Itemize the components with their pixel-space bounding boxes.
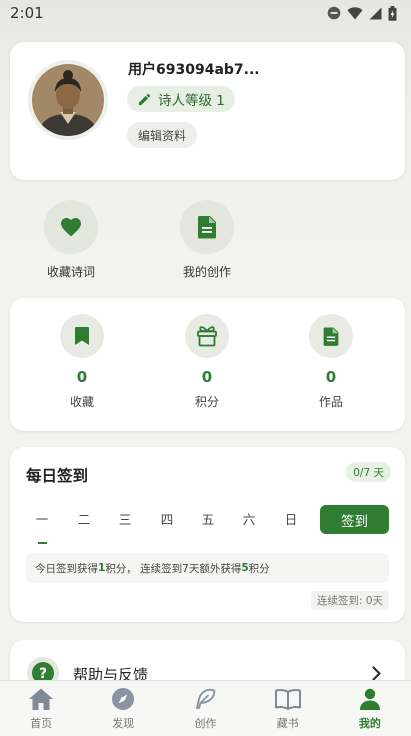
- weekday-sat: 六: [242, 512, 256, 527]
- checkin-info-text-3: 积分: [248, 562, 270, 575]
- compass-icon: [112, 688, 135, 710]
- stat-points-label: 积分: [194, 395, 219, 409]
- my-works-button[interactable]: 我的创作: [152, 200, 262, 280]
- checkin-info-text-2: 积分， 连续签到7天额外获得: [105, 562, 242, 575]
- chevron-right-icon: [372, 666, 381, 681]
- document-icon: [323, 327, 339, 346]
- stat-favorites-label: 收藏: [69, 395, 94, 409]
- status-time: 2:01: [10, 4, 44, 22]
- document-icon: [197, 216, 216, 239]
- today-indicator: [38, 542, 47, 544]
- pencil-icon: [138, 93, 151, 105]
- checkin-progress-badge: 0/7 天: [346, 462, 391, 482]
- edit-profile-button[interactable]: 编辑资料: [127, 122, 198, 148]
- stat-works-label: 作品: [318, 395, 343, 409]
- gift-icon: [197, 326, 217, 347]
- my-works-label: 我的创作: [182, 265, 231, 279]
- tab-discover-label: 发现: [112, 717, 135, 730]
- my-works-icon-wrap: [180, 200, 234, 254]
- stat-points-value: 0: [201, 368, 213, 386]
- checkin-info-points-daily: 1: [98, 562, 106, 574]
- checkin-info-points-bonus: 5: [241, 562, 249, 574]
- weekday-mon: 一: [35, 512, 49, 527]
- stat-favorites-icon-wrap: [60, 314, 104, 358]
- checkin-streak: 连续签到: 0天: [310, 591, 389, 610]
- dnd-icon: [327, 6, 341, 20]
- wifi-icon: [347, 6, 363, 19]
- favorite-poems-icon-wrap: [44, 200, 98, 254]
- tab-home[interactable]: 首页: [0, 681, 82, 736]
- checkin-title: 每日签到: [26, 467, 89, 485]
- signal-icon: [369, 7, 382, 19]
- avatar-image: [32, 64, 104, 136]
- battery-icon: [388, 5, 397, 21]
- tab-create[interactable]: 创作: [164, 681, 246, 736]
- favorite-poems-button[interactable]: 收藏诗词: [16, 200, 126, 280]
- stat-works-value: 0: [325, 368, 337, 386]
- weekday-wed: 三: [118, 512, 132, 527]
- weekday-thu: 四: [160, 512, 174, 527]
- tab-library[interactable]: 藏书: [247, 681, 329, 736]
- level-label: 诗人等级 1: [158, 93, 225, 109]
- tab-create-label: 创作: [194, 717, 217, 730]
- stat-works[interactable]: 0 作品: [271, 314, 391, 410]
- tab-mine-label: 我的: [358, 717, 381, 730]
- tab-library-label: 藏书: [276, 717, 299, 730]
- weekday-tue: 二: [77, 512, 91, 527]
- heart-icon: [61, 218, 81, 237]
- person-icon: [359, 688, 380, 710]
- checkin-info-text-1: 今日签到获得: [35, 562, 98, 575]
- favorite-poems-label: 收藏诗词: [46, 265, 95, 279]
- username: 用户693094ab7...: [128, 62, 260, 78]
- stat-favorites[interactable]: 0 收藏: [22, 314, 142, 410]
- stat-works-icon-wrap: [309, 314, 353, 358]
- daily-checkin-card: 每日签到 0/7 天 一 二 三 四 五 六 日 签到 今日签到获得 1 积分， 连…: [10, 447, 405, 622]
- bottom-tab-bar: 首页 发现 创作 藏书 我的: [0, 680, 411, 736]
- stat-points-icon-wrap: [185, 314, 229, 358]
- weekday-fri: 五: [201, 512, 215, 527]
- stat-favorites-value: 0: [76, 368, 88, 386]
- status-icons: [327, 5, 397, 21]
- checkin-button[interactable]: 签到: [320, 505, 389, 534]
- tab-home-label: 首页: [30, 717, 53, 730]
- level-badge[interactable]: 诗人等级 1: [127, 86, 235, 112]
- profile-card: 用户693094ab7... 诗人等级 1 编辑资料: [10, 42, 405, 180]
- stats-card: 0 收藏 0 积分 0 作品: [10, 298, 405, 431]
- tab-mine[interactable]: 我的: [329, 681, 411, 736]
- stat-points[interactable]: 0 积分: [147, 314, 267, 410]
- status-bar: 2:01: [0, 0, 411, 26]
- weekday-sun: 日: [284, 512, 298, 527]
- checkin-reward-info: 今日签到获得 1 积分， 连续签到7天额外获得 5 积分: [26, 553, 389, 583]
- tab-discover[interactable]: 发现: [82, 681, 164, 736]
- book-icon: [274, 689, 301, 710]
- feather-icon: [195, 688, 215, 709]
- home-icon: [29, 688, 54, 710]
- avatar[interactable]: [28, 60, 108, 140]
- bookmark-icon: [75, 327, 89, 345]
